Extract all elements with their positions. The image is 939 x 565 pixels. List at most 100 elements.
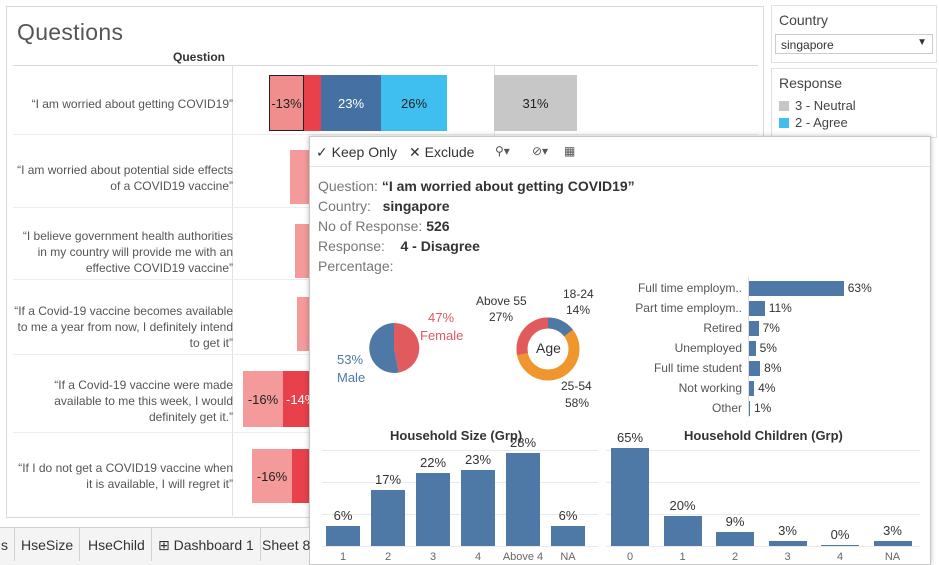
column-bar[interactable] (611, 448, 649, 546)
employment-value: 11% (768, 301, 792, 315)
panel-title: Questions (17, 19, 124, 45)
info-percentage: Percentage: (318, 258, 394, 274)
legend-item[interactable]: 2 - Agree (772, 114, 936, 131)
legend-swatch (779, 117, 789, 128)
column-bar[interactable] (371, 489, 405, 546)
employment-bar[interactable] (748, 301, 765, 316)
question-label[interactable]: “If a Covid-19 vaccine were made availab… (13, 377, 233, 425)
info-response: Response: 4 - Disagree (318, 238, 480, 254)
column-bar[interactable] (461, 469, 495, 546)
question-label[interactable]: “I am worried about getting COVID19” (13, 96, 233, 112)
bar-agree[interactable]: 26% (381, 75, 447, 131)
tooltip-toolbar: ✓ Keep Only ✕ Exclude ⚲▾ ⊘▾ ▦ (310, 137, 930, 167)
data-label: 17% (374, 471, 402, 487)
legend-item[interactable]: 3 - Neutral (772, 97, 936, 114)
column-bar[interactable] (716, 532, 754, 546)
employment-bar[interactable] (748, 361, 761, 376)
employment-value: 7% (762, 321, 780, 335)
employment-label: Full time student (653, 361, 742, 375)
gridline (322, 546, 598, 547)
column-bar[interactable] (416, 472, 450, 546)
gender-pie[interactable] (368, 322, 420, 374)
age-25-54-pct: 58% (565, 396, 590, 410)
column-bar[interactable] (873, 541, 912, 546)
create-set-icon[interactable]: ⊘▾ (532, 144, 548, 158)
employment-label: Not working (678, 381, 742, 395)
question-label[interactable]: “I am worried about potential side effec… (13, 162, 233, 194)
bar-disagree[interactable]: -16% (243, 371, 283, 427)
country-dropdown[interactable]: singapore ▼ (775, 34, 933, 54)
info-label: Question: (318, 178, 378, 194)
response-legend: Response 3 - Neutral 2 - Agree (771, 68, 937, 138)
employment-label: Other (711, 401, 742, 415)
axis-line (748, 277, 749, 417)
tab-hsechild[interactable]: HseChild (82, 528, 152, 561)
data-label: 28% (509, 435, 537, 450)
employment-bar[interactable] (748, 281, 844, 296)
tab-sheet-8[interactable]: Sheet 8 (256, 528, 316, 561)
data-label: 20% (669, 497, 696, 513)
country-filter-title: Country (779, 12, 829, 28)
keep-only-button[interactable]: ✓ Keep Only (316, 144, 397, 161)
column-bar[interactable] (506, 453, 540, 546)
info-question: Question: “I am worried about getting CO… (318, 178, 635, 194)
x-tick-label: NA (884, 551, 901, 563)
column-bar[interactable] (663, 515, 702, 546)
question-label[interactable]: “I believe government health authorities… (13, 228, 233, 276)
bar-neutral[interactable]: 31% (494, 75, 577, 131)
data-label: 6% (558, 508, 578, 524)
info-responses: No of Response: 526 (318, 218, 450, 234)
legend-label: 2 - Agree (795, 115, 848, 130)
tab-hsesize[interactable]: HseSize (15, 528, 81, 561)
employment-bar[interactable] (748, 321, 759, 336)
x-tick-label: 1 (339, 551, 347, 563)
tooltip-panel: ✓ Keep Only ✕ Exclude ⚲▾ ⊘▾ ▦ Question: … (309, 136, 931, 565)
column-bar[interactable] (768, 541, 807, 546)
info-country: Country: singapore (318, 198, 450, 214)
employment-label: Full time employm.. (637, 281, 742, 295)
x-tick-label: NA (560, 551, 576, 563)
bar-disagree[interactable] (290, 150, 310, 204)
male-pct: 53% (337, 352, 364, 367)
age-25-54-label: 25-54 (561, 379, 592, 393)
x-tick-label: 4 (836, 551, 844, 563)
header-divider (13, 65, 758, 66)
filter-panel: Country singapore ▼ Response 3 - Neutral… (771, 5, 939, 138)
tab-dashboard-1[interactable]: ⊞ Dashboard 1 (152, 528, 261, 561)
pie-slice-female[interactable] (394, 322, 420, 373)
info-label: Response: (318, 238, 385, 254)
view-data-icon[interactable]: ▦ (564, 144, 575, 158)
age-above-55-pct: 27% (489, 310, 514, 324)
chevron-down-icon[interactable]: ▼ (917, 37, 927, 48)
bar-strong-agree[interactable]: 23% (321, 75, 381, 131)
column-bar[interactable] (551, 526, 585, 546)
x-tick-label: 0 (626, 551, 634, 563)
x-tick-label: 4 (474, 551, 482, 563)
bar-disagree[interactable]: -13% (269, 75, 304, 131)
column-bar[interactable] (821, 545, 859, 546)
gridline (606, 546, 920, 547)
legend-swatch (779, 100, 789, 111)
info-value: “I am worried about getting COVID19” (381, 178, 635, 194)
x-tick-label: 3 (429, 551, 437, 563)
bar-strong-disagree[interactable] (292, 449, 310, 503)
x-tick-label: Above 4 (502, 551, 544, 563)
bar-disagree[interactable]: -16% (252, 449, 292, 503)
employment-label: Unemployed (674, 341, 742, 355)
exclude-button[interactable]: ✕ Exclude (409, 144, 474, 161)
bar-strong-disagree[interactable] (304, 75, 321, 131)
question-label[interactable]: “If I do not get a COVID19 vaccine when … (13, 460, 233, 492)
question-label[interactable]: “If a Covid-19 vaccine becomes available… (13, 303, 233, 351)
group-members-icon[interactable]: ⚲▾ (495, 144, 510, 158)
donut-segment-18-24[interactable] (547, 317, 573, 337)
column-bar[interactable] (326, 526, 360, 546)
row-divider (13, 134, 758, 135)
tab-sheet[interactable]: s (0, 528, 15, 561)
gridline (322, 482, 598, 483)
employment-bar[interactable] (748, 341, 756, 356)
age-18-24-label: 18-24 (563, 287, 594, 301)
bar-strong-disagree[interactable]: -14% (283, 371, 316, 427)
bar-disagree[interactable] (295, 224, 310, 278)
employment-label: Part time employm.. (635, 301, 742, 315)
data-label: 23% (464, 451, 492, 467)
